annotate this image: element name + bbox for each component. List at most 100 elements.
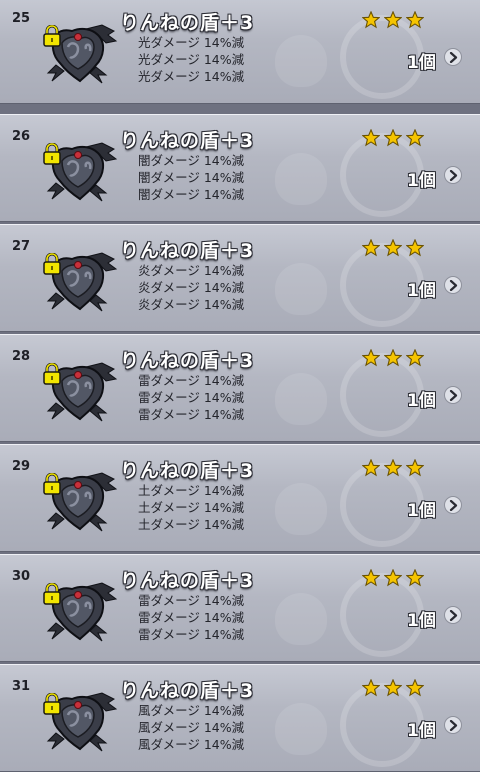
item-row[interactable]: 29 りんねの盾＋3 土ダメージ 14%減 土ダメージ 14%減 土ダメージ 14%… — [0, 444, 480, 552]
item-name: りんねの盾＋3 — [120, 680, 255, 702]
star-icon — [384, 129, 402, 147]
effect-line: 炎ダメージ 14%減 — [138, 280, 245, 295]
effect-line: 光ダメージ 14%減 — [138, 35, 245, 50]
lock-icon[interactable] — [42, 473, 62, 495]
rarity-stars — [362, 569, 424, 587]
item-name: りんねの盾＋3 — [120, 130, 255, 152]
item-quantity: 1個 — [407, 611, 436, 631]
effect-line: 雷ダメージ 14%減 — [138, 407, 245, 422]
detail-chevron-button[interactable] — [444, 166, 462, 184]
chevron-right-icon — [449, 720, 458, 731]
rarity-stars — [362, 459, 424, 477]
star-icon — [406, 679, 424, 697]
item-number: 29 — [12, 459, 31, 474]
chevron-right-icon — [449, 52, 458, 63]
detail-chevron-button[interactable] — [444, 606, 462, 624]
star-icon — [384, 679, 402, 697]
item-quantity: 1個 — [407, 53, 436, 73]
detail-chevron-button[interactable] — [444, 48, 462, 66]
effect-line: 雷ダメージ 14%減 — [138, 593, 245, 608]
item-row[interactable]: 26 りんねの盾＋3 闇ダメージ 14%減 闇ダメージ 14%減 闇ダメージ 14%… — [0, 114, 480, 222]
star-icon — [362, 569, 380, 587]
effect-line: 土ダメージ 14%減 — [138, 500, 245, 515]
lock-icon[interactable] — [42, 583, 62, 605]
rarity-stars — [362, 239, 424, 257]
detail-chevron-button[interactable] — [444, 386, 462, 404]
item-quantity: 1個 — [407, 721, 436, 741]
item-row[interactable]: 28 りんねの盾＋3 雷ダメージ 14%減 雷ダメージ 14%減 雷ダメージ 14%… — [0, 334, 480, 442]
rarity-stars — [362, 11, 424, 29]
star-icon — [406, 239, 424, 257]
effect-line: 闇ダメージ 14%減 — [138, 187, 245, 202]
detail-chevron-button[interactable] — [444, 496, 462, 514]
effect-line: 光ダメージ 14%減 — [138, 52, 245, 67]
rarity-stars — [362, 129, 424, 147]
lock-icon[interactable] — [42, 253, 62, 275]
item-row[interactable]: 25 りんねの盾＋3 光ダメージ 14%減 光ダメージ 14%減 光ダメージ 14%… — [0, 0, 480, 104]
item-quantity: 1個 — [407, 501, 436, 521]
item-number: 30 — [12, 569, 31, 584]
item-quantity: 1個 — [407, 281, 436, 301]
effect-list: 雷ダメージ 14%減 雷ダメージ 14%減 雷ダメージ 14%減 — [138, 372, 244, 423]
star-icon — [406, 349, 424, 367]
chevron-right-icon — [449, 170, 458, 181]
item-number: 28 — [12, 349, 31, 364]
effect-line: 闇ダメージ 14%減 — [138, 170, 245, 185]
lock-icon[interactable] — [42, 25, 62, 47]
star-icon — [362, 679, 380, 697]
detail-chevron-button[interactable] — [444, 276, 462, 294]
star-icon — [384, 239, 402, 257]
star-icon — [384, 459, 402, 477]
item-name: りんねの盾＋3 — [120, 570, 255, 592]
effect-line: 炎ダメージ 14%減 — [138, 263, 245, 278]
item-name: りんねの盾＋3 — [120, 460, 255, 482]
effect-line: 雷ダメージ 14%減 — [138, 390, 245, 405]
star-icon — [384, 349, 402, 367]
effect-line: 風ダメージ 14%減 — [138, 737, 245, 752]
star-icon — [406, 11, 424, 29]
chevron-right-icon — [449, 280, 458, 291]
star-icon — [362, 129, 380, 147]
chevron-right-icon — [449, 610, 458, 621]
item-quantity: 1個 — [407, 391, 436, 411]
star-icon — [362, 459, 380, 477]
item-number: 31 — [12, 679, 31, 694]
effect-line: 雷ダメージ 14%減 — [138, 627, 245, 642]
effect-list: 土ダメージ 14%減 土ダメージ 14%減 土ダメージ 14%減 — [138, 482, 244, 533]
effect-line: 炎ダメージ 14%減 — [138, 297, 245, 312]
rarity-stars — [362, 349, 424, 367]
chevron-right-icon — [449, 500, 458, 511]
item-name: りんねの盾＋3 — [120, 12, 255, 34]
shield-item-list: 25 りんねの盾＋3 光ダメージ 14%減 光ダメージ 14%減 光ダメージ 14%… — [0, 0, 480, 772]
item-number: 25 — [12, 11, 31, 26]
effect-line: 土ダメージ 14%減 — [138, 517, 245, 532]
effect-list: 風ダメージ 14%減 風ダメージ 14%減 風ダメージ 14%減 — [138, 702, 244, 753]
effect-list: 炎ダメージ 14%減 炎ダメージ 14%減 炎ダメージ 14%減 — [138, 262, 244, 313]
effect-line: 闇ダメージ 14%減 — [138, 153, 245, 168]
detail-chevron-button[interactable] — [444, 716, 462, 734]
item-quantity: 1個 — [407, 171, 436, 191]
item-row[interactable]: 27 りんねの盾＋3 炎ダメージ 14%減 炎ダメージ 14%減 炎ダメージ 14%… — [0, 224, 480, 332]
effect-list: 光ダメージ 14%減 光ダメージ 14%減 光ダメージ 14%減 — [138, 34, 244, 85]
chevron-right-icon — [449, 390, 458, 401]
lock-icon[interactable] — [42, 363, 62, 385]
item-number: 27 — [12, 239, 31, 254]
effect-line: 光ダメージ 14%減 — [138, 69, 245, 84]
effect-list: 雷ダメージ 14%減 雷ダメージ 14%減 雷ダメージ 14%減 — [138, 592, 244, 643]
item-row[interactable]: 30 りんねの盾＋3 雷ダメージ 14%減 雷ダメージ 14%減 雷ダメージ 14%… — [0, 554, 480, 662]
star-icon — [362, 349, 380, 367]
effect-line: 風ダメージ 14%減 — [138, 703, 245, 718]
lock-icon[interactable] — [42, 693, 62, 715]
star-icon — [384, 11, 402, 29]
star-icon — [362, 11, 380, 29]
item-number: 26 — [12, 129, 31, 144]
star-icon — [406, 129, 424, 147]
rarity-stars — [362, 679, 424, 697]
item-row[interactable]: 31 りんねの盾＋3 風ダメージ 14%減 風ダメージ 14%減 風ダメージ 14%… — [0, 664, 480, 772]
lock-icon[interactable] — [42, 143, 62, 165]
star-icon — [406, 459, 424, 477]
star-icon — [362, 239, 380, 257]
effect-line: 雷ダメージ 14%減 — [138, 373, 245, 388]
effect-list: 闇ダメージ 14%減 闇ダメージ 14%減 闇ダメージ 14%減 — [138, 152, 244, 203]
effect-line: 風ダメージ 14%減 — [138, 720, 245, 735]
